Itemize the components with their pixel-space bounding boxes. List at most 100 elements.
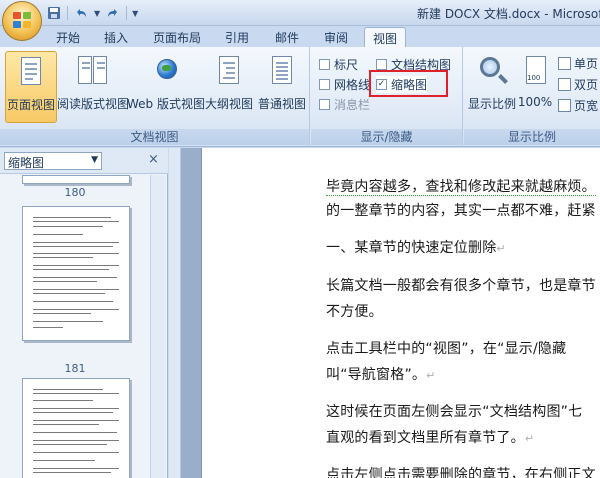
ruler-label: 标尺 — [334, 58, 359, 72]
draft-icon — [267, 55, 297, 87]
zoom-100-label: 100% — [517, 95, 553, 109]
thumbnails-pane: 缩略图 ▼ × 180 181 — [0, 148, 168, 478]
paragraph-text: 一、某章节的快速定位删除 — [326, 240, 497, 256]
paragraph-mark: ↵ — [426, 369, 436, 382]
gridlines-label: 网格线 — [334, 78, 371, 92]
web-layout-button[interactable]: Web 版式视图 — [127, 51, 205, 123]
outline-view-button[interactable]: 大纲视图 — [204, 51, 254, 123]
undo-icon[interactable] — [73, 5, 89, 21]
page-width-icon — [558, 99, 571, 112]
paragraph-text: 直观的看到文档里所有章节了。 — [326, 430, 525, 446]
ruler-checkbox-box[interactable] — [319, 59, 330, 70]
paragraph[interactable]: 点击左侧点击需要删除的章节，在右侧正文 — [326, 464, 596, 478]
pane-header: 缩略图 ▼ × — [0, 148, 168, 174]
office-logo-icon — [13, 12, 33, 30]
magnifier-icon — [477, 55, 507, 87]
zoom-100-icon: 100 — [520, 55, 550, 87]
paragraph-text: 这时候在页面左侧会显示“文档结构图”七 — [326, 404, 583, 420]
reading-layout-label: 阅读版式视图 — [57, 97, 130, 111]
two-pages-button[interactable]: 双页 — [558, 76, 598, 93]
tab-references[interactable]: 引用 — [225, 29, 249, 46]
window-title: 新建 DOCX 文档.docx - Microsoft — [417, 7, 600, 21]
gridlines-checkbox[interactable]: 网格线 — [319, 76, 370, 93]
paragraph[interactable]: 一、某章节的快速定位删除↵ — [326, 237, 506, 257]
page-thumbnail[interactable] — [22, 378, 130, 478]
gridlines-checkbox-box[interactable] — [319, 79, 330, 90]
chevron-down-icon: ▼ — [91, 155, 98, 165]
paragraph-mark: ↵ — [524, 432, 535, 445]
paragraph[interactable]: 毕竟内容越多，查找和修改起来就越麻烦。 — [326, 176, 596, 196]
outline-icon — [214, 55, 244, 87]
close-icon[interactable]: × — [148, 152, 159, 167]
reading-layout-icon — [78, 55, 108, 87]
message-bar-checkbox-box[interactable] — [319, 99, 330, 110]
pane-scrollbar[interactable] — [150, 175, 166, 478]
paragraph[interactable]: 叫“导航窗格”。↵ — [326, 364, 436, 384]
save-icon[interactable] — [46, 5, 62, 21]
vertical-ruler — [169, 148, 181, 478]
group-label-show-hide: 显示/隐藏 — [311, 129, 462, 145]
web-layout-label: Web 版式视图 — [127, 97, 205, 111]
page-thumbnail[interactable] — [22, 175, 130, 184]
paragraph-text: 不方便。 — [326, 304, 383, 320]
tab-mailings[interactable]: 邮件 — [275, 29, 299, 46]
group-label-document-views: 文档视图 — [0, 129, 309, 145]
document-map-checkbox-box[interactable] — [376, 59, 387, 70]
document-page[interactable]: 毕竟内容越多，查找和修改起来就越麻烦。 的一整章节的内容，其实一点都不难，赶紧 … — [201, 148, 600, 478]
one-page-icon — [558, 57, 571, 70]
page-number: 180 — [64, 186, 86, 199]
tab-review[interactable]: 审阅 — [324, 29, 348, 46]
undo-dropdown-icon[interactable]: ▼ — [94, 9, 100, 18]
paragraph[interactable]: 点击工具栏中的“视图”，在“显示/隐藏 — [326, 338, 566, 358]
paragraph-text: 毕竟内容越多，查找和修改起来就越麻烦。 — [326, 179, 596, 196]
customize-qat-icon[interactable]: ▼ — [132, 9, 138, 18]
full-screen-reading-button[interactable]: 阅读版式视图 — [57, 51, 130, 123]
zoom-label: 显示比例 — [468, 97, 517, 111]
two-pages-label: 双页 — [574, 78, 599, 92]
globe-icon — [151, 55, 181, 87]
draft-view-label: 普通视图 — [257, 97, 306, 111]
outline-view-label: 大纲视图 — [204, 97, 253, 111]
message-bar-checkbox[interactable]: 消息栏 — [319, 96, 370, 113]
print-layout-label: 页面视图 — [6, 98, 55, 112]
zoom-button[interactable]: 显示比例 — [468, 51, 516, 123]
paragraph-text: 点击工具栏中的“视图”，在“显示/隐藏 — [326, 341, 567, 357]
group-zoom: 显示比例 100 100% 单页 双页 页宽 显示比例 — [464, 47, 600, 147]
redo-icon[interactable] — [105, 5, 121, 21]
paragraph[interactable]: 不方便。 — [326, 301, 383, 321]
tab-page-layout[interactable]: 页面布局 — [153, 29, 201, 46]
draft-view-button[interactable]: 普通视图 — [256, 51, 308, 123]
title-bar: ▼ ▼ 新建 DOCX 文档.docx - Microsoft — [0, 0, 600, 26]
ribbon: 页面视图 阅读版式视图 Web 版式视图 大纲视图 普通视图 文档视图 标尺 网… — [0, 47, 600, 147]
ribbon-tabs: 开始 插入 页面布局 引用 邮件 审阅 视图 — [0, 26, 600, 47]
page-width-label: 页宽 — [574, 99, 599, 113]
tab-view[interactable]: 视图 — [364, 27, 407, 47]
print-layout-icon — [16, 56, 46, 88]
paragraph[interactable]: 长篇文档一般都会有很多个章节，也是章节 — [326, 275, 596, 295]
pane-view-select[interactable]: 缩略图 ▼ — [4, 152, 102, 170]
two-pages-icon — [558, 78, 571, 91]
page-thumbnail[interactable] — [22, 206, 130, 341]
page-width-button[interactable]: 页宽 — [558, 97, 598, 114]
paragraph-text: 的一整章节的内容，其实一点都不难，赶紧 — [326, 203, 596, 219]
qat-separator — [126, 6, 128, 20]
thumbnails-highlight-box — [369, 70, 448, 97]
zoom-100-button[interactable]: 100 100% — [518, 51, 552, 123]
office-button[interactable] — [2, 1, 42, 41]
ruler-checkbox[interactable]: 标尺 — [319, 56, 358, 73]
paragraph[interactable]: 直观的看到文档里所有章节了。↵ — [326, 427, 534, 447]
zoom-100-icon-text: 100 — [527, 74, 541, 82]
one-page-label: 单页 — [574, 57, 599, 71]
one-page-button[interactable]: 单页 — [558, 55, 598, 72]
paragraph-text: 点击左侧点击需要删除的章节，在右侧正文 — [326, 467, 596, 478]
paragraph[interactable]: 的一整章节的内容，其实一点都不难，赶紧 — [326, 200, 596, 220]
print-layout-button[interactable]: 页面视图 — [5, 51, 57, 123]
pane-view-select-value: 缩略图 — [8, 156, 45, 170]
paragraph-mark: ↵ — [496, 242, 506, 255]
tab-insert[interactable]: 插入 — [104, 29, 128, 46]
qat-separator — [67, 6, 68, 20]
paragraph[interactable]: 这时候在页面左侧会显示“文档结构图”七 — [326, 401, 582, 421]
tab-home[interactable]: 开始 — [56, 29, 80, 46]
page-number: 181 — [64, 362, 86, 375]
group-show-hide: 标尺 网格线 消息栏 文档结构图 ✓ 缩略图 显示/隐藏 — [311, 47, 463, 147]
